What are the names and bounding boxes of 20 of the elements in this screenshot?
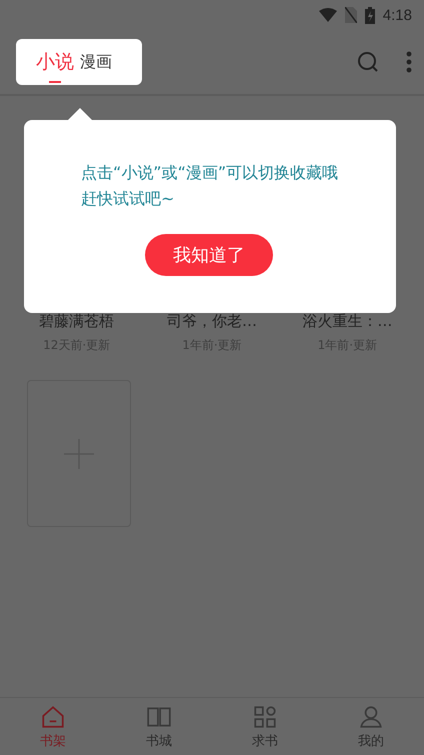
- home-icon: [40, 704, 66, 730]
- category-tab[interactable]: 小说: [36, 40, 74, 84]
- clock: 4:18: [382, 6, 412, 24]
- no-sim-icon: [344, 7, 357, 23]
- nav-item[interactable]: 书城: [106, 698, 212, 755]
- category-tab[interactable]: 漫画: [80, 42, 112, 82]
- grid-icon: [252, 704, 278, 730]
- nav-item[interactable]: 求书: [212, 698, 318, 755]
- user-icon: [358, 704, 384, 730]
- more-icon[interactable]: [406, 51, 412, 73]
- book-title[interactable]: 司爷，你老…: [166, 312, 257, 331]
- nav-item[interactable]: 书架: [0, 698, 106, 755]
- search-icon[interactable]: [356, 50, 380, 74]
- tip-message: 点击“小说”或“漫画”可以切换收藏哦赶快试试吧~: [81, 162, 340, 210]
- battery-icon: [364, 6, 375, 24]
- book-title[interactable]: 碧藤满苍梧: [39, 312, 114, 331]
- got-it-button[interactable]: 我知道了: [145, 234, 273, 276]
- nav-item[interactable]: 我的: [318, 698, 424, 755]
- wifi-icon: [318, 8, 337, 22]
- book-title[interactable]: 浴火重生：…: [302, 312, 392, 331]
